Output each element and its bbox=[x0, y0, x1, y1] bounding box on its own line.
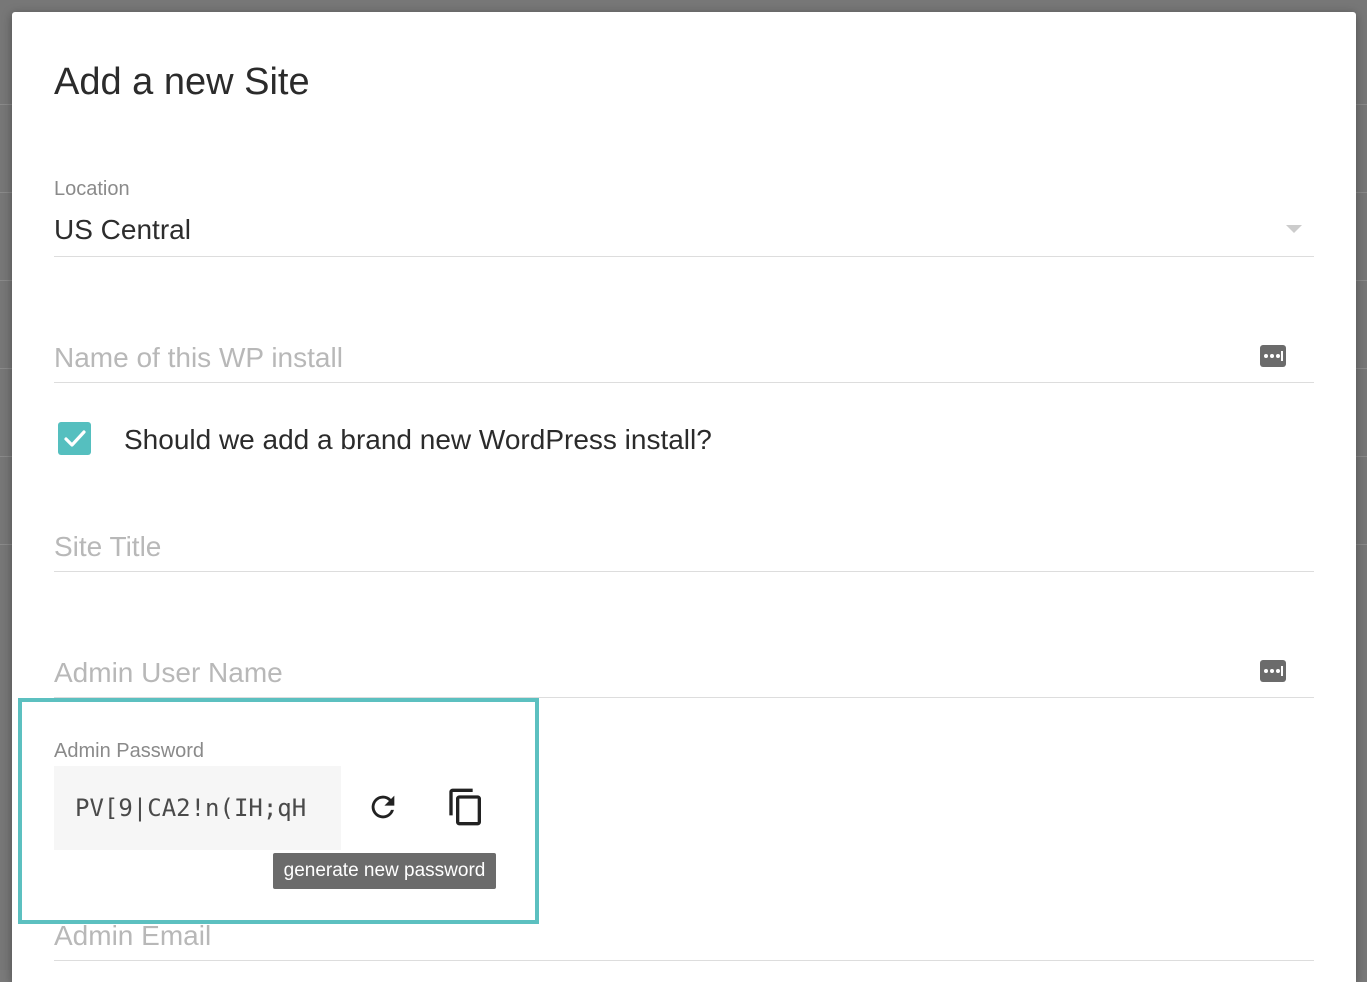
location-underline bbox=[54, 256, 1314, 257]
copy-icon bbox=[449, 788, 481, 826]
modal-title: Add a new Site bbox=[54, 61, 310, 103]
install-name-underline bbox=[54, 382, 1314, 383]
site-title-input[interactable] bbox=[54, 527, 1254, 567]
checkmark-icon bbox=[64, 430, 86, 447]
new-install-checkbox[interactable] bbox=[58, 422, 91, 455]
password-dots-icon[interactable] bbox=[1260, 660, 1286, 682]
password-dots-icon[interactable] bbox=[1260, 345, 1286, 367]
add-site-modal: Add a new Site Location US Central Shoul… bbox=[12, 12, 1356, 982]
location-label: Location bbox=[54, 178, 130, 200]
new-install-label[interactable]: Should we add a brand new WordPress inst… bbox=[124, 422, 712, 458]
copy-password-button[interactable] bbox=[446, 786, 486, 831]
location-selected-value: US Central bbox=[54, 214, 191, 245]
install-name-input[interactable] bbox=[54, 338, 1254, 378]
admin-password-label: Admin Password bbox=[54, 740, 205, 762]
chevron-down-icon bbox=[1286, 225, 1302, 233]
admin-user-name-input[interactable] bbox=[54, 653, 1254, 693]
admin-email-underline bbox=[54, 960, 1314, 961]
admin-password-field[interactable]: PV[9|CA2!n(IH;qH bbox=[54, 766, 341, 850]
refresh-icon bbox=[371, 795, 395, 819]
regenerate-password-button[interactable] bbox=[366, 790, 400, 827]
admin-email-input[interactable] bbox=[54, 916, 1254, 956]
site-title-underline bbox=[54, 571, 1314, 572]
generate-password-tooltip: generate new password bbox=[273, 853, 496, 889]
